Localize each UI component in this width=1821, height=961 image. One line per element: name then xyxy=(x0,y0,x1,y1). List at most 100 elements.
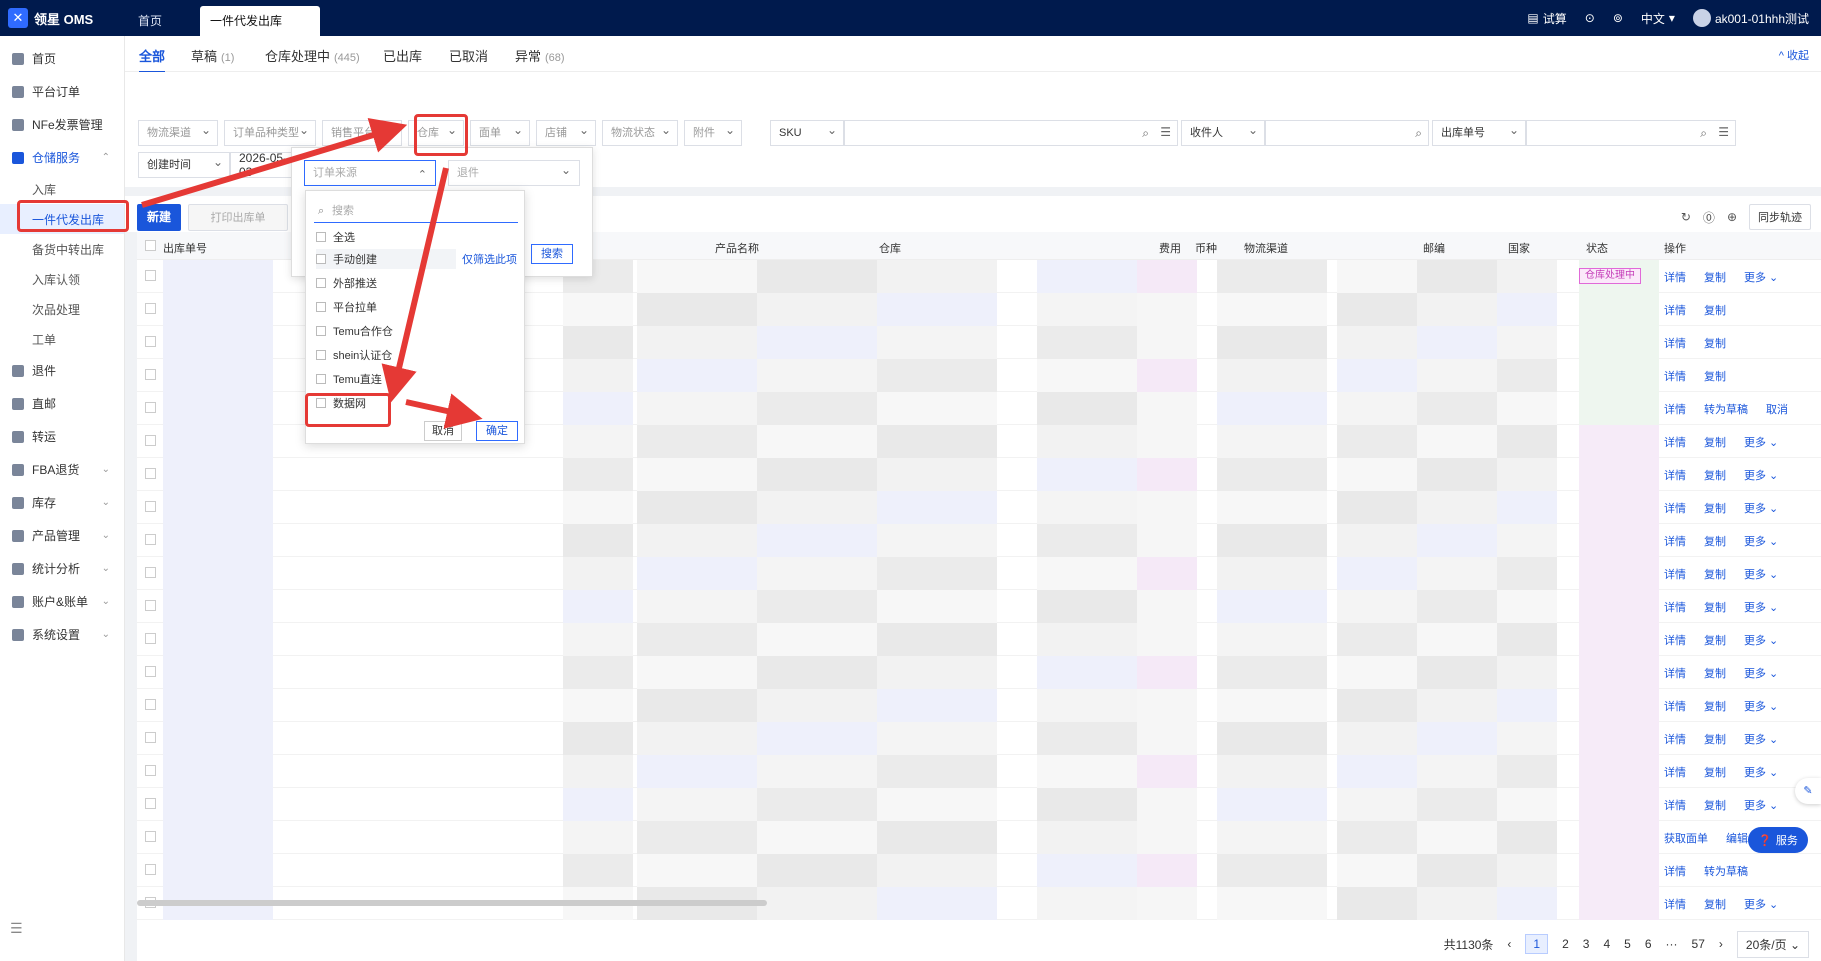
sku-type-select[interactable]: SKU xyxy=(770,118,844,146)
sidebar-item-analytics[interactable]: 统计分析 ⌄ xyxy=(0,552,124,585)
sidebar-sub-transfer-outbound[interactable]: 备货中转出库 xyxy=(0,234,124,264)
menu-collapse-icon[interactable]: ☰ xyxy=(10,920,23,937)
order-type-select[interactable]: 订单品种类型 xyxy=(224,118,316,146)
row-checkbox[interactable] xyxy=(145,831,156,842)
popover-search-button[interactable]: 搜索 xyxy=(531,244,573,264)
search-icon[interactable]: ⌕ xyxy=(1415,126,1422,141)
logistics-channel-select[interactable]: 物流渠道 xyxy=(138,118,218,146)
date-type-select[interactable]: 创建时间 xyxy=(138,150,230,178)
row-action-link[interactable]: 复制 xyxy=(1704,731,1726,747)
row-checkbox[interactable] xyxy=(145,270,156,281)
row-action-link[interactable]: 更多 ⌄ xyxy=(1744,434,1778,450)
sidebar-item-transfer[interactable]: 转运 xyxy=(0,420,124,453)
row-action-link[interactable]: 更多 ⌄ xyxy=(1744,599,1778,615)
row-action-link[interactable]: 更多 ⌄ xyxy=(1744,698,1778,714)
row-action-link[interactable]: 复制 xyxy=(1704,434,1726,450)
tab-all[interactable]: 全部 xyxy=(139,46,166,73)
select-all-checkbox[interactable] xyxy=(145,240,156,251)
option-select-all[interactable]: 全选 xyxy=(316,227,355,247)
row-action-link[interactable]: 详情 xyxy=(1664,764,1686,780)
row-action-link[interactable]: 复制 xyxy=(1704,599,1726,615)
row-action-link[interactable]: 更多 ⌄ xyxy=(1744,797,1778,813)
sidebar-item-settings[interactable]: 系统设置 ⌄ xyxy=(0,618,124,651)
label-select[interactable]: 面单 xyxy=(470,118,530,146)
row-action-link[interactable]: 复制 xyxy=(1704,632,1726,648)
row-checkbox[interactable] xyxy=(145,336,156,347)
sidebar-item-home[interactable]: 首页 xyxy=(0,42,124,75)
option-external-push[interactable]: 外部推送 xyxy=(316,273,377,293)
option-confirm-button[interactable]: 确定 xyxy=(476,421,518,441)
row-action-link[interactable]: 转为草稿 xyxy=(1704,401,1748,417)
option-shein-certified[interactable]: shein认证仓 xyxy=(316,345,392,365)
trial-calc[interactable]: ▤ 试算 xyxy=(1527,10,1566,27)
row-checkbox[interactable] xyxy=(145,435,156,446)
side-float-tool[interactable]: ✎ xyxy=(1795,778,1821,804)
tab-shipped[interactable]: 已出库 xyxy=(383,46,422,65)
option-cancel-button[interactable]: 取消 xyxy=(424,421,462,441)
tab-processing[interactable]: 仓库处理中 (445) xyxy=(265,46,360,65)
row-action-link[interactable]: 详情 xyxy=(1664,368,1686,384)
row-action-link[interactable]: 详情 xyxy=(1664,500,1686,516)
sync-tracking-button[interactable]: 同步轨迹 xyxy=(1749,204,1811,230)
row-action-link[interactable]: 更多 ⌄ xyxy=(1744,533,1778,549)
row-action-link[interactable]: 详情 xyxy=(1664,533,1686,549)
order-source-select[interactable]: 订单来源 xyxy=(304,160,436,187)
row-checkbox[interactable] xyxy=(145,567,156,578)
sidebar-sub-inbound-claim[interactable]: 入库认领 xyxy=(0,264,124,294)
row-action-link[interactable]: 复制 xyxy=(1704,896,1726,912)
sidebar-item-billing[interactable]: 账户&账单 ⌄ xyxy=(0,585,124,618)
sidebar-item-returns[interactable]: 退件 xyxy=(0,354,124,387)
search-icon[interactable]: ⌕ xyxy=(1142,126,1149,141)
row-action-link[interactable]: 更多 ⌄ xyxy=(1744,632,1778,648)
row-action-link[interactable]: 复制 xyxy=(1704,665,1726,681)
row-checkbox[interactable] xyxy=(145,402,156,413)
page-4[interactable]: 4 xyxy=(1603,937,1610,951)
collapse-filters-link[interactable]: ^ 收起 xyxy=(1779,47,1809,63)
row-action-link[interactable]: 详情 xyxy=(1664,434,1686,450)
refund-select[interactable]: 退件 xyxy=(448,158,580,186)
row-action-link[interactable]: 更多 ⌄ xyxy=(1744,467,1778,483)
option-platform-pull[interactable]: 平台拉单 xyxy=(316,297,377,317)
language-select[interactable]: 中文 ▾ xyxy=(1641,10,1675,27)
row-action-link[interactable]: 复制 xyxy=(1704,764,1726,780)
sidebar-item-products[interactable]: 产品管理 ⌄ xyxy=(0,519,124,552)
search-icon[interactable]: ⌕ xyxy=(1700,126,1707,141)
option-temu-direct[interactable]: Temu直连 xyxy=(316,369,382,389)
row-action-link[interactable]: 复制 xyxy=(1704,368,1726,384)
row-action-link[interactable]: 详情 xyxy=(1664,863,1686,879)
sidebar-item-warehouse[interactable]: 仓储服务 ⌃ xyxy=(0,141,124,174)
row-action-link[interactable]: 取消 xyxy=(1766,401,1788,417)
row-action-link[interactable]: 复制 xyxy=(1704,500,1726,516)
row-action-link[interactable]: 更多 ⌄ xyxy=(1744,500,1778,516)
attachment-select[interactable]: 附件 xyxy=(684,118,742,146)
page-ellipsis[interactable]: ··· xyxy=(1666,937,1678,951)
sidebar-sub-defective[interactable]: 次品处理 xyxy=(0,294,124,324)
app-logo[interactable]: ✕ 领星 OMS xyxy=(8,8,93,28)
order-no-type-select[interactable]: 出库单号 xyxy=(1432,118,1526,146)
row-action-link[interactable]: 编辑 xyxy=(1726,830,1748,846)
row-action-link[interactable]: 详情 xyxy=(1664,566,1686,582)
next-page-icon[interactable]: › xyxy=(1719,937,1723,951)
row-action-link[interactable]: 详情 xyxy=(1664,896,1686,912)
zoom-icon[interactable]: ⊕ xyxy=(1727,210,1737,224)
row-checkbox[interactable] xyxy=(145,534,156,545)
option-search-input[interactable]: ⌕ 搜索 xyxy=(314,199,518,223)
recipient-type-select[interactable]: 收件人 xyxy=(1181,118,1265,146)
settings-icon[interactable]: ⊚ xyxy=(1613,11,1623,25)
sku-input[interactable]: ⌕ ☰ xyxy=(844,120,1178,146)
row-checkbox[interactable] xyxy=(145,633,156,644)
row-action-link[interactable]: 详情 xyxy=(1664,467,1686,483)
sidebar-item-fba-returns[interactable]: FBA退货 ⌄ xyxy=(0,453,124,486)
row-checkbox[interactable] xyxy=(145,732,156,743)
row-action-link[interactable]: 更多 ⌄ xyxy=(1744,269,1778,285)
only-this-option-link[interactable]: 仅筛选此项 xyxy=(462,251,517,267)
row-checkbox[interactable] xyxy=(145,798,156,809)
sidebar-item-nfe[interactable]: NFe发票管理 xyxy=(0,108,124,141)
row-action-link[interactable]: 详情 xyxy=(1664,302,1686,318)
row-action-link[interactable]: 复制 xyxy=(1704,302,1726,318)
row-action-link[interactable]: 详情 xyxy=(1664,797,1686,813)
row-action-link[interactable]: 更多 ⌄ xyxy=(1744,665,1778,681)
refresh-icon[interactable]: ↻ xyxy=(1681,210,1691,224)
row-action-link[interactable]: 复制 xyxy=(1704,533,1726,549)
row-checkbox[interactable] xyxy=(145,369,156,380)
